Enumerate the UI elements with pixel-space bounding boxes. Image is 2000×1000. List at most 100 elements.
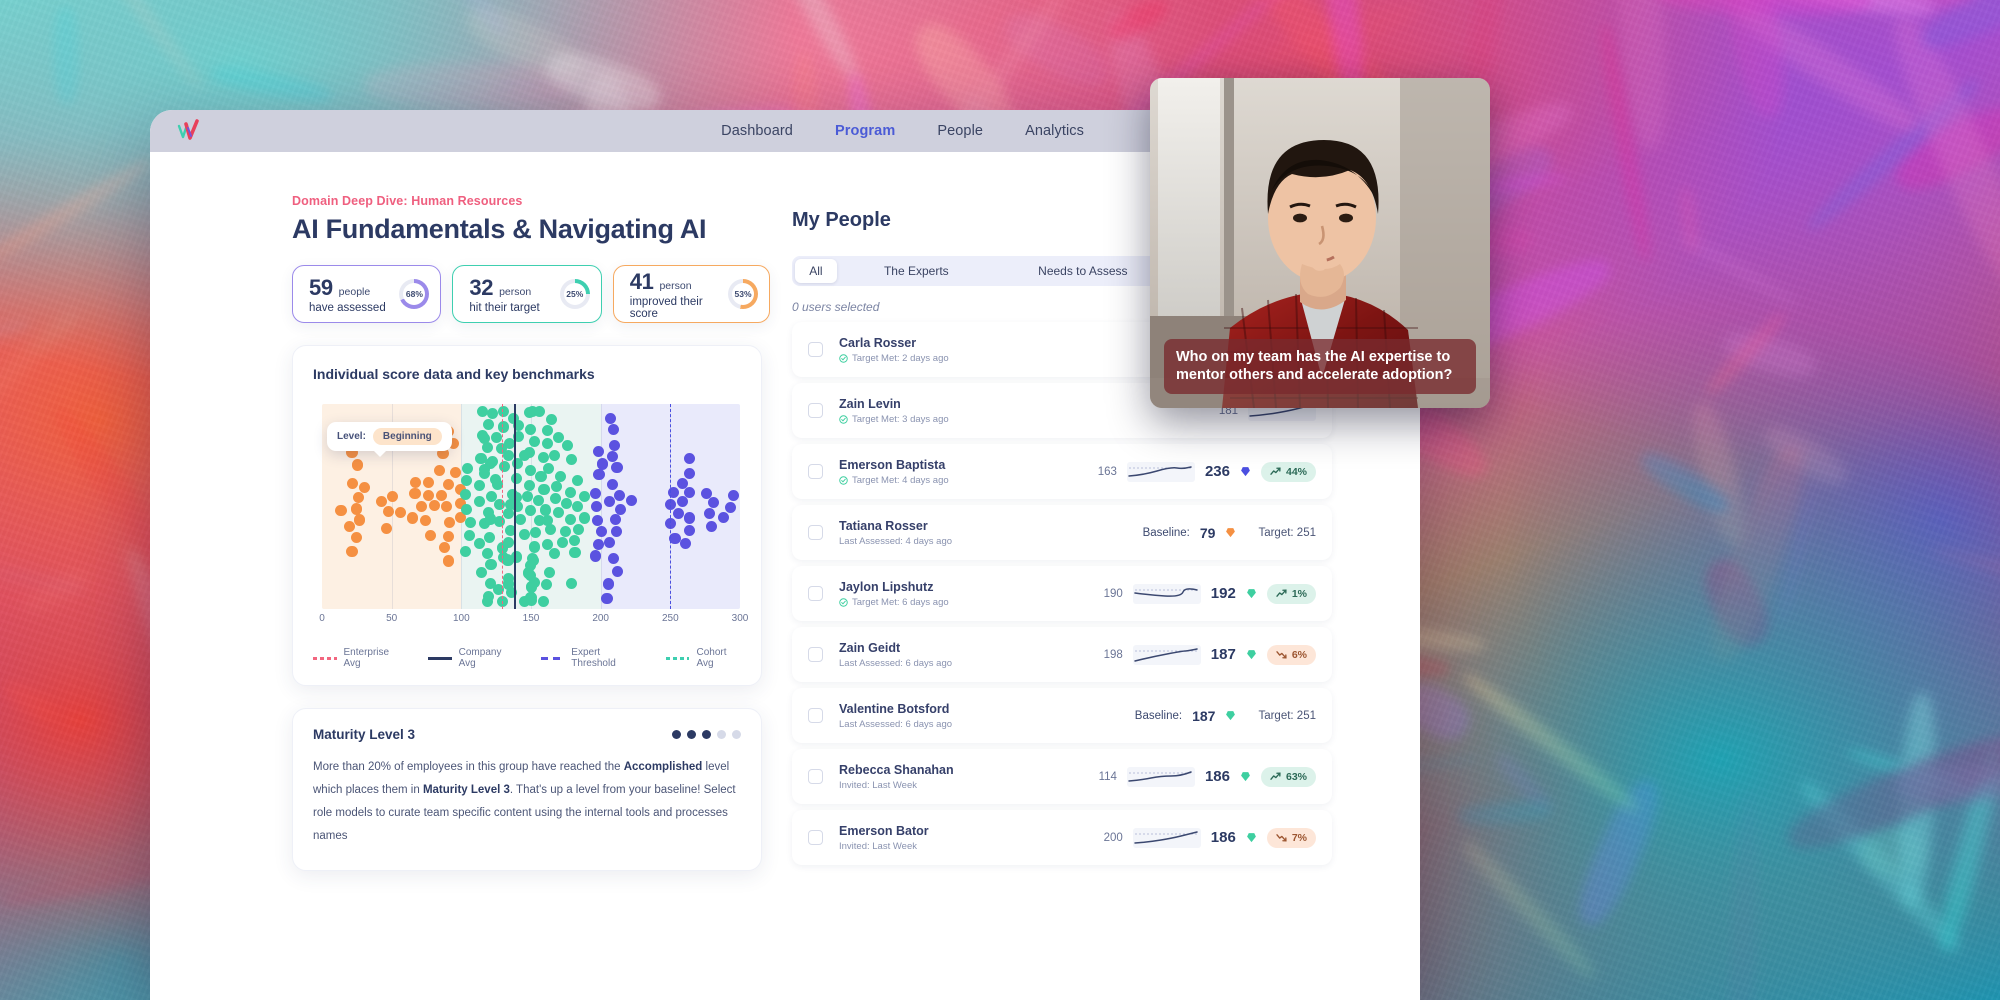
person-status: Target Met: 2 days ago (839, 353, 1049, 364)
legend-label: Company Avg (458, 647, 502, 669)
tab-the-experts[interactable]: The Experts (837, 259, 996, 283)
chart-dot-developing (561, 439, 573, 451)
person-name: Emerson Baptista (839, 457, 946, 472)
row-checkbox[interactable] (808, 525, 823, 540)
nav-link-dashboard[interactable]: Dashboard (721, 123, 793, 139)
person-info: Rebecca Shanahan Invited: Last Week (839, 763, 1049, 791)
person-status: Invited: Last Week (839, 780, 1049, 791)
stat-caption-1: hit their target (469, 301, 540, 314)
chart-dot-accomplished (609, 513, 621, 525)
stat-text-2: 41 person improved their score (630, 269, 718, 320)
change-percent: 7% (1291, 831, 1307, 844)
trend-down-icon (1276, 651, 1287, 659)
chart-dot-developing (476, 406, 488, 418)
person-name: Zain Geidt (839, 640, 901, 655)
maturity-title: Maturity Level 3 (313, 727, 416, 742)
current-score: 192 (1210, 585, 1236, 602)
tooltip-value: Beginning (372, 428, 442, 445)
stat-line-1-2: 41 person (630, 269, 718, 295)
chart-refline-expert-threshold (670, 404, 672, 609)
stat-card-1[interactable]: 32 person hit their target 25% (452, 265, 602, 323)
row-checkbox[interactable] (808, 647, 823, 662)
person-info: Zain Levin Target Met: 3 days ago (839, 397, 1049, 425)
row-checkbox[interactable] (808, 586, 823, 601)
baseline-value: 200 (1103, 831, 1123, 844)
person-name: Zain Levin (839, 396, 901, 411)
person-info: Emerson Bator Invited: Last Week (839, 824, 1049, 852)
row-checkbox[interactable] (808, 464, 823, 479)
maturity-dot-1 (687, 730, 696, 739)
video-caption: Who on my team has the AI expertise to m… (1164, 338, 1476, 394)
person-metrics: 114 186 63% (1099, 766, 1316, 787)
baseline-label: Baseline: (1134, 709, 1183, 722)
nav-links: Dashboard Program People Analytics (721, 123, 1084, 139)
row-checkbox[interactable] (808, 342, 823, 357)
legend-item-company-avg: Company Avg (428, 647, 515, 669)
legend-swatch (540, 656, 565, 660)
chart-dot-accomplished (727, 489, 739, 501)
gem-icon (1246, 833, 1256, 843)
row-checkbox[interactable] (808, 769, 823, 784)
row-checkbox[interactable] (808, 403, 823, 418)
people-panel-title: My People (792, 208, 891, 231)
chart-dot-developing (538, 484, 550, 496)
row-checkbox[interactable] (808, 708, 823, 723)
maturity-dot-4 (732, 730, 741, 739)
left-column: Domain Deep Dive: Human Resources AI Fun… (150, 152, 770, 1000)
change-percent: 6% (1291, 648, 1307, 661)
sparkline (1132, 644, 1201, 665)
stat-card-2[interactable]: 41 person improved their score 53% (612, 265, 770, 323)
stat-line-1-1: 32 person (469, 275, 549, 301)
nav-link-people[interactable]: People (937, 123, 983, 139)
person-row[interactable]: Rebecca Shanahan Invited: Last Week 114 … (792, 749, 1332, 804)
x-tick-0: 0 (319, 613, 325, 624)
trend-up-icon (1276, 589, 1287, 597)
nav-link-program[interactable]: Program (835, 123, 895, 139)
person-name: Valentine Botsford (839, 701, 950, 716)
person-status-text: Last Assessed: 6 days ago (839, 657, 953, 669)
chart-dot-accomplished (601, 593, 613, 605)
level-tooltip: Level: Beginning (327, 422, 452, 457)
stat-line-1-0: 59 people (309, 275, 389, 301)
maturity-bold-2: Maturity Level 3 (422, 784, 510, 796)
chart-dot-beginning (428, 500, 440, 512)
chart-dot-developing (518, 449, 531, 461)
person-row[interactable]: Zain Geidt Last Assessed: 6 days ago 198… (792, 627, 1332, 682)
person-status: Target Met: 6 days ago (839, 597, 1049, 608)
stat-percent-2: 53% (734, 289, 752, 299)
legend-swatch (428, 656, 452, 660)
check-circle-icon (839, 475, 848, 485)
check-circle-icon (839, 597, 848, 607)
baseline-value: 190 (1103, 587, 1123, 600)
person-status-text: Invited: Last Week (839, 840, 917, 852)
chart-dot-developing (533, 406, 545, 418)
row-checkbox[interactable] (808, 830, 823, 845)
chart-dot-developing (497, 421, 509, 433)
breadcrumb: Domain Deep Dive: Human Resources (292, 194, 523, 208)
video-overlay[interactable]: Who on my team has the AI expertise to m… (1150, 78, 1490, 408)
chart-dot-accomplished (590, 550, 602, 562)
change-pill: 6% (1266, 644, 1316, 665)
chart-dot-beginning (335, 504, 347, 517)
chart-dot-developing (486, 490, 498, 502)
chart-dot-developing (460, 474, 472, 486)
wavelength-logo-icon[interactable] (176, 118, 206, 144)
person-row[interactable]: Jaylon Lipshutz Target Met: 6 days ago 1… (792, 566, 1332, 621)
x-tick-300: 300 (731, 613, 749, 624)
chart-dot-accomplished (606, 478, 619, 490)
stat-card-0[interactable]: 59 people have assessed 68% (292, 265, 442, 323)
nav-link-analytics[interactable]: Analytics (1025, 123, 1084, 139)
person-name: Jaylon Lipshutz (839, 579, 934, 594)
person-row[interactable]: Emerson Bator Invited: Last Week 200 186… (792, 810, 1332, 865)
person-row[interactable]: Valentine Botsford Last Assessed: 6 days… (792, 688, 1332, 743)
chart-dot-developing (489, 473, 501, 485)
sparkline (1132, 583, 1201, 604)
chart-dot-accomplished (593, 469, 605, 481)
person-row[interactable]: Emerson Baptista Target Met: 4 days ago … (792, 444, 1332, 499)
chart-dot-developing (578, 512, 590, 524)
person-row[interactable]: Tatiana Rosser Last Assessed: 4 days ago… (792, 505, 1332, 560)
person-metrics: 190 192 1% (1103, 583, 1316, 604)
person-name: Emerson Bator (839, 823, 929, 838)
tab-all[interactable]: All (795, 259, 837, 283)
tab-needs-to-assess[interactable]: Needs to Assess (996, 259, 1170, 283)
